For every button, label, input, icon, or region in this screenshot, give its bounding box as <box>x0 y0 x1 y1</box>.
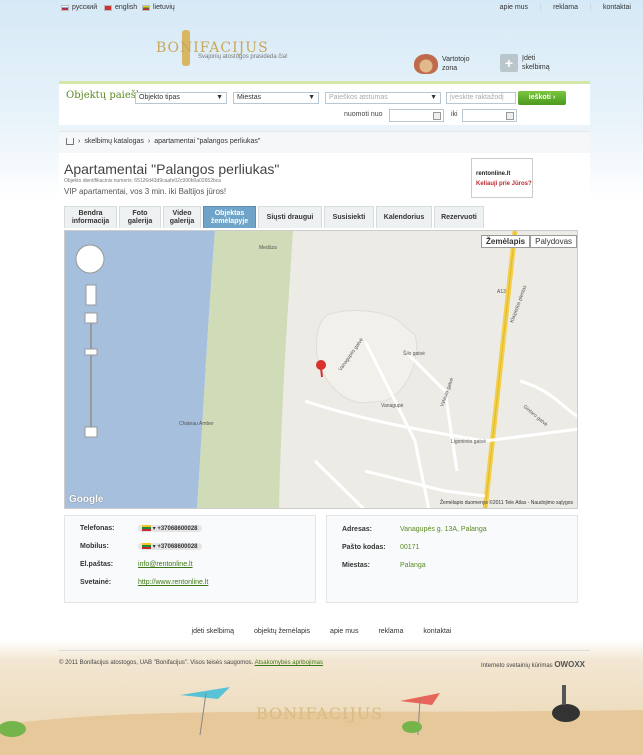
date-from-input[interactable] <box>389 109 444 122</box>
tab-video-gallery[interactable]: Video galerija <box>163 206 201 228</box>
zoom-out-icon[interactable] <box>84 426 98 438</box>
map-label-vanagupe: Vanagupė <box>381 403 404 409</box>
map-label-meduza: Medūza <box>259 245 277 251</box>
listing-tabs: Bendra informacija Foto galerija Video gale… <box>64 206 484 228</box>
footer-link-map[interactable]: objektų žemėlapis <box>244 628 320 635</box>
tab-map[interactable]: Objektas žemėlapyje <box>203 206 256 228</box>
breadcrumb-current: apartamentai "palangos perliukas" <box>154 138 261 145</box>
mascot-icon <box>552 704 580 722</box>
footer-divider <box>59 650 590 651</box>
plus-icon: + <box>500 54 518 72</box>
footer-link-contacts[interactable]: kontaktai <box>413 628 461 635</box>
lithuania-flag-icon <box>141 543 151 550</box>
block-area <box>316 309 417 404</box>
object-type-select[interactable]: Objekto tipas ▼ <box>135 92 227 104</box>
logo-tagline: Svajonių atostogos prasideda čia! <box>198 54 288 60</box>
chevron-right-icon: › <box>552 94 556 101</box>
language-lithuanian[interactable]: lietuvių <box>142 4 175 11</box>
map-label-gintaro: Gintaro gatvė <box>522 404 549 428</box>
map-label-klaipedos: Klaipėdos plentas <box>509 284 528 324</box>
website-link[interactable]: http://www.rentonline.lt <box>138 579 208 586</box>
tab-reserve[interactable]: Rezervuoti <box>434 206 484 228</box>
user-zone-link[interactable]: Vartotojo zona <box>414 54 470 74</box>
ad-banner[interactable]: rentonline.lt Keliauji prie Jūros? <box>471 158 533 198</box>
calendar-icon[interactable] <box>433 112 441 120</box>
distance-select[interactable]: Paieškos atstumas ▼ <box>325 92 441 104</box>
language-russian[interactable]: русский <box>61 4 97 11</box>
map-label-a13: A13 <box>497 289 506 295</box>
object-map[interactable]: Medūza Chateau Amber Šilo gatvė Vanagupė… <box>64 230 578 509</box>
home-icon[interactable] <box>66 138 74 145</box>
tab-contact[interactable]: Susisiekti <box>324 206 374 228</box>
language-english[interactable]: english <box>104 4 137 11</box>
city-value: Palanga <box>399 562 426 569</box>
add-ad-link[interactable]: + Įdėti skelbimą <box>500 54 550 72</box>
footer-links: įdėti skelbimą objektų žemėlapis apie mu… <box>0 628 643 635</box>
object-id: Objekto identifikacinis numeris: 65126d4… <box>64 178 222 184</box>
email-link[interactable]: info@rentonline.lt <box>138 561 193 568</box>
site-logo[interactable]: BONIFACIJUS Svajonių atostogos prasideda… <box>156 30 316 70</box>
beach-logo: BONIFACIJUS <box>256 704 384 723</box>
chevron-down-icon: ▼ <box>308 94 315 101</box>
date-from-label: nuomoti nuo <box>344 111 383 118</box>
keyword-input[interactable]: įveskite raktažodį <box>446 92 516 104</box>
contact-info-panel: Telefonas: ▾ +37068600028 Mobilus: ▾ +37… <box>64 515 316 603</box>
russia-flag-icon <box>61 4 69 11</box>
top-link-advertising[interactable]: reklama <box>540 4 590 11</box>
address-value: Vanagupės g. 13A, Palanga <box>399 526 487 533</box>
date-to-input[interactable] <box>462 109 517 122</box>
chevron-down-icon: ▼ <box>216 94 223 101</box>
map-copyright[interactable]: Žemėlapio duomenys ©2011 Tele Atlas - Na… <box>440 500 573 506</box>
search-panel: Objektų paieška Objekto tipas ▼ Miestas ▼ … <box>59 81 590 125</box>
map-label-ligonines: Ligoninės gatvė <box>451 439 486 445</box>
top-link-contacts[interactable]: kontaktai <box>589 4 643 11</box>
top-link-about[interactable]: apie mus <box>488 4 540 11</box>
map-type-control: Žemėlapis Palydovas <box>481 235 577 248</box>
pan-control-icon[interactable] <box>75 244 105 274</box>
top-links: apie mus reklama kontaktai <box>488 4 643 11</box>
tab-general-info[interactable]: Bendra informacija <box>64 206 117 228</box>
zoom-handle-icon[interactable] <box>84 348 98 356</box>
street-view-icon[interactable] <box>85 284 97 306</box>
tab-photo-gallery[interactable]: Foto galerija <box>119 206 161 228</box>
postcode-value: 00171 <box>399 544 420 551</box>
chevron-down-icon: ▼ <box>430 94 437 101</box>
google-logo: Google <box>69 494 104 505</box>
lithuania-flag-icon <box>141 525 151 532</box>
zoom-in-icon[interactable] <box>84 312 98 324</box>
breadcrumb-catalog[interactable]: skelbimų katalogas <box>84 138 144 145</box>
map-canvas: Medūza Chateau Amber Šilo gatvė Vanagupė… <box>65 231 577 508</box>
plant-icon <box>402 721 422 733</box>
search-button[interactable]: ieškoti › <box>518 91 566 105</box>
top-bar: русский english lietuvių apie mus reklam… <box>0 0 643 16</box>
page-title: Apartamentai "Palangos perliukas" <box>64 161 280 177</box>
mobile-value[interactable]: ▾ +37068600028 <box>137 543 202 550</box>
uk-flag-icon <box>104 4 112 11</box>
lithuania-flag-icon <box>142 4 150 11</box>
date-to-label: iki <box>451 111 458 118</box>
breadcrumb: › skelbimų katalogas › apartamentai "pal… <box>59 131 590 151</box>
footer-link-advertising[interactable]: reklama <box>368 628 413 635</box>
user-avatar-icon <box>414 54 438 74</box>
address-panel: Adresas: Vanagupės g. 13A, Palanga Pašto… <box>326 515 578 603</box>
calendar-icon[interactable] <box>506 112 514 120</box>
tab-calendar[interactable]: Kalendorius <box>376 206 432 228</box>
map-label-chateau: Chateau Amber <box>179 421 214 427</box>
city-select[interactable]: Miestas ▼ <box>233 92 319 104</box>
tab-send-friend[interactable]: Siųsti draugui <box>258 206 322 228</box>
listing-content: Apartamentai "Palangos perliukas" Objekt… <box>59 153 590 611</box>
map-label-silo: Šilo gatvė <box>403 350 425 357</box>
map-type-map[interactable]: Žemėlapis <box>481 235 531 248</box>
listing-subtitle: VIP apartamentai, vos 3 min. iki Baltijo… <box>64 187 227 196</box>
phone-value[interactable]: ▾ +37068600028 <box>137 525 202 532</box>
footer-link-about[interactable]: apie mus <box>320 628 368 635</box>
footer-link-add-ad[interactable]: įdėti skelbimą <box>182 628 244 635</box>
map-type-satellite[interactable]: Palydovas <box>530 235 577 248</box>
